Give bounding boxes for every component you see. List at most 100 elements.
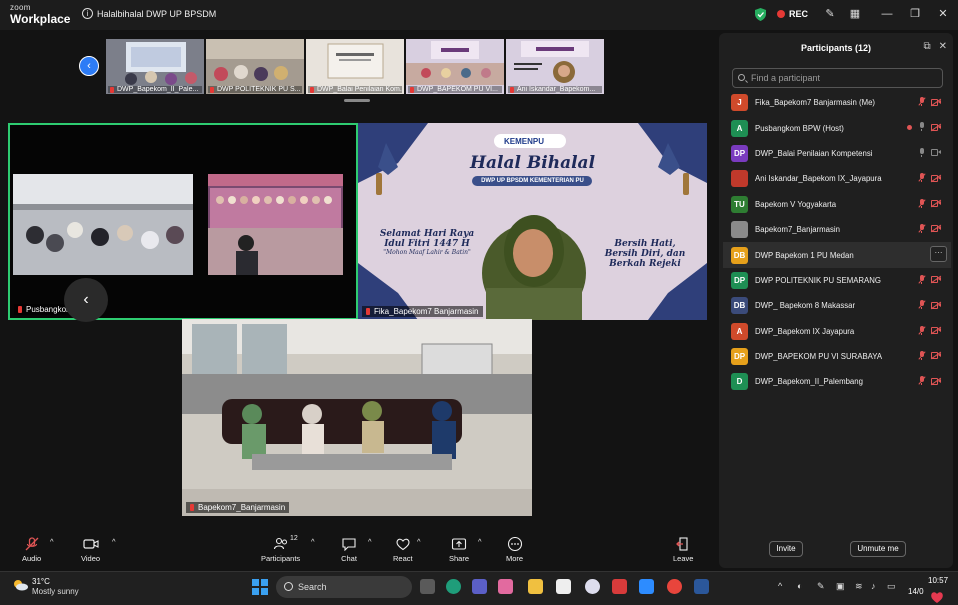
more-button[interactable]: More bbox=[506, 537, 523, 563]
thumbnail-tile[interactable]: DWP_Balai Penilaian Kom... bbox=[306, 39, 404, 94]
share-button[interactable]: Share bbox=[449, 537, 469, 563]
muted-mic-icon bbox=[918, 198, 925, 209]
react-options-caret[interactable]: ^ bbox=[417, 537, 421, 546]
participant-row[interactable]: A DWP_Bapekom IX Jayapura bbox=[723, 319, 951, 344]
participant-more-button[interactable]: ··· bbox=[930, 246, 947, 263]
banner-subtitle: DWP UP BPSDM KEMENTERIAN PU bbox=[481, 178, 584, 184]
tray-display-icon[interactable]: ▣ bbox=[836, 581, 845, 592]
word-icon[interactable] bbox=[694, 579, 709, 594]
participant-row[interactable]: Ani Iskandar_Bapekom IX_Jayapura bbox=[723, 166, 951, 191]
app-logo: zoom Workplace bbox=[10, 4, 70, 26]
participant-avatar: DP bbox=[731, 144, 748, 162]
tray-chevron-icon[interactable]: ^ bbox=[778, 581, 782, 591]
muted-mic-icon bbox=[918, 325, 925, 336]
participant-search-input[interactable]: Find a participant bbox=[732, 68, 943, 88]
participant-row[interactable]: DB DWP Bapekom 1 PU Medan ··· bbox=[723, 242, 951, 268]
motto-line: Bersih Diri, dan bbox=[604, 249, 686, 259]
audio-options-caret[interactable]: ^ bbox=[50, 537, 54, 546]
participant-row[interactable]: TU Bapekom V Yogyakarta bbox=[723, 192, 951, 217]
gallery-prev-button[interactable]: ‹ bbox=[64, 278, 108, 322]
annotate-pen-icon[interactable]: ✎ bbox=[820, 5, 840, 23]
chrome-icon[interactable] bbox=[667, 579, 682, 594]
wifi-icon[interactable]: ≋ bbox=[855, 581, 863, 592]
file-explorer-icon[interactable] bbox=[528, 579, 543, 594]
react-button[interactable]: React bbox=[393, 537, 413, 563]
participant-row[interactable]: A Pusbangkom BPW (Host) bbox=[723, 115, 951, 140]
video-tile-bapekom7[interactable]: Bapekom7_Banjarmasin bbox=[182, 319, 532, 516]
thumbnail-tile[interactable]: DWP_Bapekom_II_Pale... bbox=[106, 39, 204, 94]
restore-icon[interactable]: ❐ bbox=[905, 5, 925, 23]
chat-label: Chat bbox=[341, 554, 357, 563]
participants-options-caret[interactable]: ^ bbox=[311, 537, 315, 546]
weather-desc[interactable]: Mostly sunny bbox=[32, 587, 79, 596]
video-tile-fika[interactable]: KEMENPU Halal Bihalal DWP UP BPSDM KEMEN… bbox=[358, 123, 707, 320]
more-label: More bbox=[506, 554, 524, 563]
participant-row[interactable]: D DWP_Bapekom_II_Palembang bbox=[723, 369, 951, 394]
search-icon bbox=[738, 74, 745, 81]
participant-row[interactable]: DP DWP POLITEKNIK PU SEMARANG bbox=[723, 268, 951, 293]
weather-temp[interactable]: 31°C bbox=[32, 577, 50, 586]
mic-icon bbox=[918, 147, 925, 158]
participant-list: J Fika_Bapekom7 Banjarmasin (Me) A Pusbangk… bbox=[723, 90, 951, 395]
zoom-app-icon[interactable] bbox=[639, 579, 654, 594]
teams-icon[interactable] bbox=[472, 579, 487, 594]
close-panel-icon[interactable]: ✕ bbox=[939, 41, 947, 52]
thumbnail-tile[interactable]: DWP_BAPEKOM PU VI... bbox=[406, 39, 504, 94]
participant-row[interactable]: Bapekom7_Banjarmasin bbox=[723, 217, 951, 242]
tray-pen-icon[interactable]: ✎ bbox=[817, 581, 825, 592]
participant-row[interactable]: DB DWP_ Bapekom 8 Makassar bbox=[723, 293, 951, 318]
battery-icon[interactable]: ▭ bbox=[887, 581, 896, 592]
thumbnail-tile[interactable]: DWP POLITEKNIK PU S... bbox=[206, 39, 304, 94]
recording-label[interactable]: REC bbox=[789, 9, 808, 19]
copilot-icon[interactable] bbox=[498, 579, 513, 594]
participant-status-icons bbox=[918, 274, 941, 285]
video-feed bbox=[10, 125, 356, 318]
resize-handle[interactable] bbox=[344, 99, 370, 102]
tray-app-icon[interactable]: ◐ bbox=[797, 581, 802, 591]
participant-status-icons bbox=[918, 350, 941, 361]
store-icon[interactable] bbox=[556, 579, 571, 594]
clock-date[interactable]: 14/0 bbox=[908, 587, 924, 596]
thumbnail-prev-button[interactable]: ‹ bbox=[79, 56, 99, 76]
app-l-icon[interactable] bbox=[612, 579, 627, 594]
invite-button[interactable]: Invite bbox=[769, 541, 803, 557]
mic-icon bbox=[918, 122, 925, 132]
leave-button[interactable]: Leave bbox=[673, 537, 693, 563]
participant-row[interactable]: DP DWP_Balai Penilaian Kompetensi bbox=[723, 141, 951, 166]
participant-status-icons bbox=[918, 300, 941, 310]
os-taskbar: 31°C Mostly sunny Search ^ ◐ ✎ ▣ ≋ ♪ ▭ 1… bbox=[0, 571, 958, 605]
windows-start-icon[interactable] bbox=[252, 579, 268, 595]
volume-icon[interactable]: ♪ bbox=[871, 581, 876, 591]
search-placeholder: Find a participant bbox=[751, 73, 821, 83]
participant-avatar: DP bbox=[731, 271, 748, 289]
popout-icon[interactable]: ⧉ bbox=[923, 41, 930, 52]
app-icon[interactable] bbox=[585, 579, 600, 594]
more-icon bbox=[507, 537, 522, 551]
thumbnail-tile[interactable]: Ani Iskandar_Bapekom... bbox=[506, 39, 604, 94]
chat-options-caret[interactable]: ^ bbox=[368, 537, 372, 546]
minimize-icon[interactable]: — bbox=[877, 5, 897, 23]
muted-mic-icon bbox=[25, 537, 39, 551]
video-tile-pusbangkom[interactable]: Pusbangkom BPW bbox=[8, 123, 358, 320]
video-button[interactable]: Video bbox=[81, 537, 100, 563]
participant-row[interactable]: DP DWP_BAPEKOM PU VI SURABAYA bbox=[723, 344, 951, 369]
participants-icon bbox=[273, 537, 287, 550]
share-options-caret[interactable]: ^ bbox=[478, 537, 482, 546]
taskbar-search-label: Search bbox=[298, 582, 327, 592]
thumbnail-label: DWP_Bapekom_II_Pale... bbox=[108, 86, 202, 93]
view-layout-icon[interactable]: ▦ bbox=[845, 5, 865, 23]
video-options-caret[interactable]: ^ bbox=[112, 537, 116, 546]
info-icon[interactable]: i bbox=[82, 8, 93, 19]
participant-row[interactable]: J Fika_Bapekom7 Banjarmasin (Me) bbox=[723, 90, 951, 115]
video-label: Video bbox=[81, 554, 101, 563]
taskbar-search-input[interactable]: Search bbox=[276, 576, 412, 598]
chat-button[interactable]: Chat bbox=[341, 537, 357, 563]
edge-browser-icon[interactable] bbox=[446, 579, 461, 594]
shield-icon[interactable] bbox=[755, 8, 766, 21]
close-icon[interactable]: ✕ bbox=[933, 5, 953, 23]
clock-time[interactable]: 10:57 bbox=[928, 576, 948, 585]
unmute-me-button[interactable]: Unmute me bbox=[850, 541, 906, 557]
task-view-icon[interactable] bbox=[420, 579, 435, 594]
audio-label: Audio bbox=[22, 554, 42, 563]
audio-button[interactable]: Audio bbox=[22, 537, 41, 563]
